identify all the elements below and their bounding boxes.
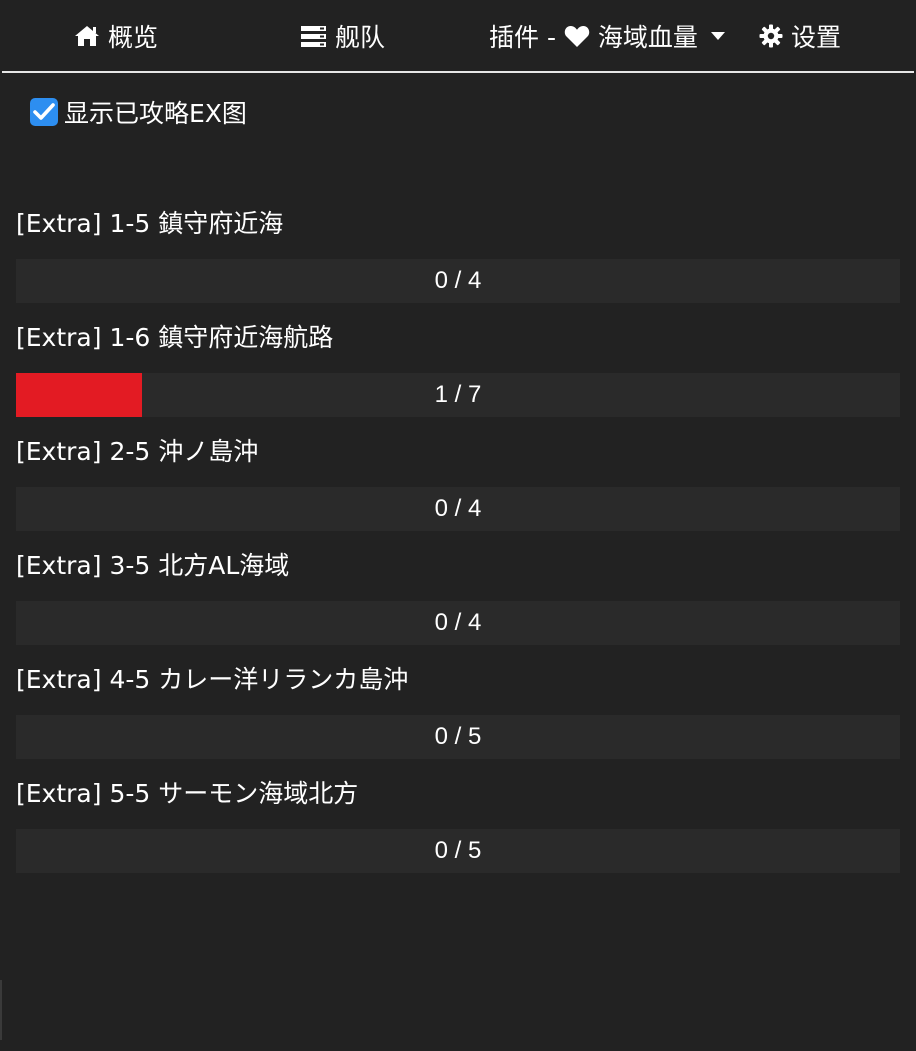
hp-progress-bar: 0 / 4 xyxy=(16,259,900,303)
hp-progress-bar: 0 / 4 xyxy=(16,601,900,645)
map-entry: [Extra] 4-5 カレー洋リランカ島沖 0 / 5 xyxy=(16,658,900,772)
home-icon xyxy=(74,25,100,47)
hp-progress-text: 1 / 7 xyxy=(434,381,482,408)
nav-overview-label: 概览 xyxy=(108,23,159,52)
hp-progress-text: 0 / 4 xyxy=(434,495,482,522)
caret-down-icon xyxy=(710,31,726,41)
map-entry: [Extra] 2-5 沖ノ島沖 0 / 4 xyxy=(16,430,900,544)
heart-icon xyxy=(564,25,590,48)
nav-overview[interactable]: 概览 xyxy=(74,18,158,54)
scroll-edge xyxy=(0,980,2,1040)
hp-progress-text: 0 / 4 xyxy=(434,267,482,294)
hp-progress-text: 0 / 5 xyxy=(434,837,482,864)
show-cleared-checkbox[interactable] xyxy=(30,98,58,126)
map-entry: [Extra] 3-5 北方AL海域 0 / 4 xyxy=(16,544,900,658)
hp-progress-bar: 0 / 5 xyxy=(16,829,900,873)
map-title: [Extra] 1-6 鎮守府近海航路 xyxy=(16,323,334,352)
map-entry: [Extra] 1-5 鎮守府近海 0 / 4 xyxy=(16,202,900,316)
nav-settings[interactable]: 设置 xyxy=(759,18,841,54)
nav-fleet[interactable]: 舰队 xyxy=(300,18,385,54)
map-title: [Extra] 4-5 カレー洋リランカ島沖 xyxy=(16,665,409,694)
gear-icon xyxy=(759,24,783,48)
map-title: [Extra] 2-5 沖ノ島沖 xyxy=(16,437,259,466)
nav-plugin-dropdown[interactable]: 插件 - 海域血量 xyxy=(489,18,726,54)
show-cleared-toggle[interactable]: 显示已攻略EX图 xyxy=(30,97,247,128)
server-icon xyxy=(300,25,327,48)
nav-plugin-label: 海域血量 xyxy=(597,23,698,52)
hp-progress-text: 0 / 5 xyxy=(434,723,482,750)
map-entry: [Extra] 5-5 サーモン海域北方 0 / 5 xyxy=(16,772,900,886)
map-entry: [Extra] 1-6 鎮守府近海航路 1 / 7 xyxy=(16,316,900,430)
hp-progress-bar: 1 / 7 xyxy=(16,373,900,417)
checkmark-icon xyxy=(33,103,55,120)
show-cleared-label: 显示已攻略EX图 xyxy=(64,99,247,128)
hp-progress-bar: 0 / 5 xyxy=(16,715,900,759)
top-navbar: 概览 舰队 插件 - 海域血量 设置 xyxy=(2,0,914,73)
nav-fleet-label: 舰队 xyxy=(335,23,386,52)
nav-plugin-prefix: 插件 - xyxy=(489,23,564,52)
hp-progress-bar: 0 / 4 xyxy=(16,487,900,531)
map-title: [Extra] 5-5 サーモン海域北方 xyxy=(16,779,359,808)
map-hp-list: [Extra] 1-5 鎮守府近海 0 / 4 [Extra] 1-6 鎮守府近海航… xyxy=(16,202,900,886)
map-title: [Extra] 3-5 北方AL海域 xyxy=(16,551,290,580)
map-title: [Extra] 1-5 鎮守府近海 xyxy=(16,209,284,238)
nav-settings-label: 设置 xyxy=(791,23,842,52)
hp-progress-text: 0 / 4 xyxy=(434,609,482,636)
